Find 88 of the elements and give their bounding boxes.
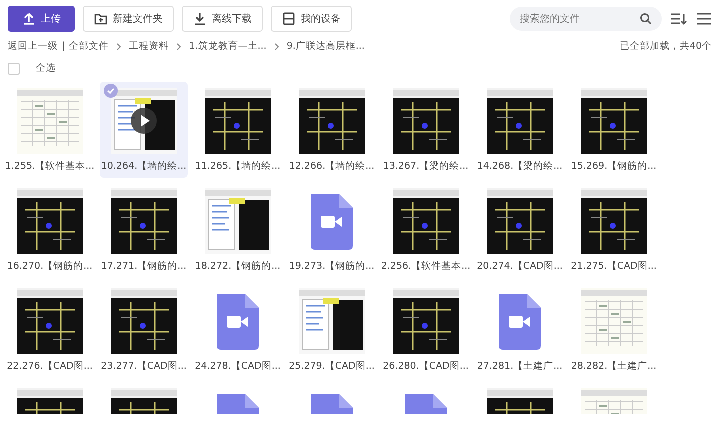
file-item[interactable]: 10.264.【墙的绘...: [100, 82, 188, 178]
cad-screenshot-thumbnail: [581, 188, 647, 254]
file-name: 1.255.【软件基本...: [5, 160, 95, 174]
breadcrumb-link[interactable]: 9.广联达高层框...: [286, 40, 365, 54]
toolbar-button[interactable]: 上传: [8, 6, 75, 32]
breadcrumb-link[interactable]: 工程资料: [129, 40, 170, 54]
file-name: 21.275.【CAD图...: [571, 260, 657, 274]
download-icon: [193, 12, 207, 26]
cad-screenshot-thumbnail: [17, 388, 83, 414]
cad-screenshot-thumbnail: [111, 188, 177, 254]
file-name: 13.267.【梁的绘...: [383, 160, 469, 174]
search-field[interactable]: 搜索您的文件: [510, 7, 662, 31]
file-item[interactable]: 22.276.【CAD图...: [6, 282, 94, 378]
file-name: 15.269.【钢筋的...: [571, 160, 657, 174]
file-item[interactable]: 2.256.【软件基本...: [382, 182, 470, 278]
checkmark-icon: [104, 84, 118, 98]
chevron-icon: [176, 43, 182, 51]
cad-screenshot-thumbnail: [111, 388, 177, 414]
file-name: 17.271.【钢筋的...: [101, 260, 187, 274]
file-name: 28.282.【土建广...: [571, 360, 657, 374]
breadcrumb-link[interactable]: 全部文件: [69, 40, 110, 54]
file-item[interactable]: 21.275.【CAD图...: [570, 182, 658, 278]
file-item[interactable]: 24.278.【CAD图...: [194, 282, 282, 378]
file-item[interactable]: 15.269.【钢筋的...: [570, 82, 658, 178]
file-item[interactable]: 20.274.【CAD图...: [476, 182, 564, 278]
file-name: 14.268.【梁的绘...: [477, 160, 563, 174]
cad-screenshot-thumbnail: [487, 188, 553, 254]
cad-screenshot-thumbnail: [393, 188, 459, 254]
file-item[interactable]: 1.255.【软件基本...: [6, 82, 94, 178]
chevron-icon: [274, 43, 280, 51]
file-item[interactable]: 23.277.【CAD图...: [100, 282, 188, 378]
file-name: 25.279.【CAD图...: [289, 360, 375, 374]
file-name: 24.278.【CAD图...: [195, 360, 281, 374]
file-item[interactable]: 28.282.【土建广...: [570, 282, 658, 378]
back-link[interactable]: 返回上一级: [8, 40, 58, 54]
file-name: 10.264.【墙的绘...: [101, 160, 187, 174]
toolbar-button[interactable]: 我的设备: [271, 6, 352, 32]
breadcrumb-separator: |: [62, 40, 66, 54]
device-icon: [282, 12, 296, 26]
file-name: 11.265.【墙的绘...: [195, 160, 281, 174]
dialog-screenshot-thumbnail: [205, 188, 271, 254]
cad-screenshot-thumbnail: [393, 88, 459, 154]
cad-screenshot-thumbnail: [17, 188, 83, 254]
file-item[interactable]: 18.272.【钢筋的...: [194, 182, 282, 278]
file-name: 20.274.【CAD图...: [477, 260, 563, 274]
file-name: 12.266.【墙的绘...: [289, 160, 375, 174]
file-item[interactable]: 26.280.【CAD图...: [382, 282, 470, 378]
breadcrumb-link[interactable]: 1.筑龙教育—土...: [189, 40, 267, 54]
file-item[interactable]: 11.265.【墙的绘...: [194, 82, 282, 178]
menu-icon[interactable]: [696, 12, 712, 26]
cad-screenshot-thumbnail: [487, 88, 553, 154]
cad-screenshot-thumbnail: [487, 388, 553, 414]
spreadsheet-screenshot-thumbnail: [581, 288, 647, 354]
file-item[interactable]: 12.266.【墙的绘...: [288, 82, 376, 178]
cad-screenshot-thumbnail: [111, 288, 177, 354]
file-item[interactable]: 13.267.【梁的绘...: [382, 82, 470, 178]
file-item[interactable]: 25.279.【CAD图...: [288, 282, 376, 378]
file-item[interactable]: 16.270.【钢筋的...: [6, 182, 94, 278]
cad-screenshot-thumbnail: [581, 88, 647, 154]
sort-icon[interactable]: [670, 12, 688, 26]
file-name: 18.272.【钢筋的...: [195, 260, 281, 274]
select-all-label: 全选: [36, 62, 56, 76]
file-item[interactable]: 19.273.【钢筋的...: [288, 182, 376, 278]
file-item[interactable]: 27.281.【土建广...: [476, 282, 564, 378]
cad-screenshot-thumbnail: [393, 288, 459, 354]
spreadsheet-screenshot-thumbnail: [581, 388, 647, 414]
dialog-screenshot-thumbnail: [299, 288, 365, 354]
cad-screenshot-thumbnail: [205, 88, 271, 154]
toolbar-button[interactable]: 离线下载: [182, 6, 263, 32]
file-name: 19.273.【钢筋的...: [289, 260, 375, 274]
file-name: 27.281.【土建广...: [477, 360, 563, 374]
toolbar-button[interactable]: 新建文件夹: [83, 6, 174, 32]
spreadsheet-screenshot-thumbnail: [17, 88, 83, 154]
file-name: 22.276.【CAD图...: [7, 360, 93, 374]
upload-icon: [22, 12, 36, 26]
file-item[interactable]: 14.268.【梁的绘...: [476, 82, 564, 178]
folder-plus-icon: [94, 12, 108, 26]
file-item[interactable]: 17.271.【钢筋的...: [100, 182, 188, 278]
file-name: 26.280.【CAD图...: [383, 360, 469, 374]
chevron-icon: [116, 43, 122, 51]
file-name: 16.270.【钢筋的...: [7, 260, 93, 274]
cad-screenshot-thumbnail: [299, 88, 365, 154]
search-icon: [640, 13, 652, 25]
select-all-checkbox[interactable]: [8, 63, 20, 75]
file-name: 23.277.【CAD图...: [101, 360, 187, 374]
status-text: 已全部加载，共40个: [620, 40, 712, 54]
cad-screenshot-thumbnail: [17, 288, 83, 354]
file-name: 2.256.【软件基本...: [381, 260, 471, 274]
